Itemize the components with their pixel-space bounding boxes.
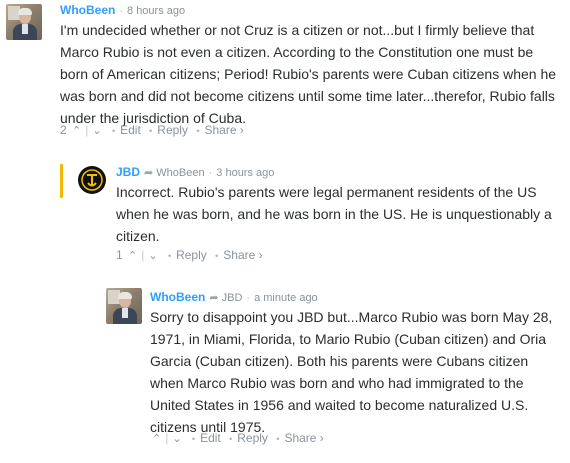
timestamp[interactable]: a minute ago [254,292,318,304]
upvote-icon[interactable]: ⌃ [128,249,137,262]
comment-header: WhoBeen ➦ JBD · a minute ago [150,290,318,304]
upvote-icon[interactable]: ⌃ [152,432,161,445]
downvote-icon[interactable]: ⌄ [148,249,157,262]
separator-dot: • [111,126,116,136]
reply-to-name[interactable]: JBD [222,292,243,304]
comment-header: JBD ➦ WhoBeen · 3 hours ago [116,165,274,179]
author-name[interactable]: JBD [116,165,140,179]
comment-footer: 1 ⌃ | ⌄ • Reply • Share › [116,248,263,262]
reply-arrow-icon: ➦ [209,292,219,304]
comment-message: I'm undecided whether or not Cruz is a c… [60,22,557,126]
reply-link[interactable]: Reply [157,123,188,137]
avatar[interactable] [6,4,42,40]
highlight-bar [60,164,63,198]
separator-dot: · [119,5,124,17]
timestamp[interactable]: 3 hours ago [216,167,274,179]
separator-dot: • [276,434,280,444]
comment-message: Incorrect. Rubio's parents were legal pe… [116,184,552,244]
reply-link[interactable]: Reply [237,431,268,445]
divider: | [165,431,169,445]
divider: | [85,123,89,137]
reply-to[interactable]: ➦ WhoBeen [144,167,205,179]
timestamp[interactable]: 8 hours ago [127,5,185,17]
separator-dot: • [191,434,196,444]
reply-link[interactable]: Reply [176,248,207,262]
comment-message: Sorry to disappoint you JBD but...Marco … [150,309,553,435]
separator-dot: · [246,292,251,304]
reply-to-name[interactable]: WhoBeen [156,167,204,179]
avatar[interactable] [78,166,106,194]
reply-to[interactable]: ➦ JBD [209,292,242,304]
share-link[interactable]: Share › [204,123,243,137]
edit-link[interactable]: Edit [200,431,221,445]
edit-link[interactable]: Edit [120,123,141,137]
vote-count: 1 [116,248,123,262]
author-name[interactable]: WhoBeen [60,3,115,17]
downvote-icon[interactable]: ⌄ [172,432,181,445]
reply-arrow-icon: ➦ [144,167,154,179]
downvote-icon[interactable]: ⌄ [92,124,101,137]
share-link[interactable]: Share › [223,248,262,262]
divider: | [141,248,145,262]
author-name[interactable]: WhoBeen [150,290,205,304]
logo-icon [79,167,105,193]
comment-header: WhoBeen · 8 hours ago [60,3,185,17]
avatar[interactable] [106,288,142,324]
separator-dot: • [167,251,172,261]
separator-dot: • [229,434,233,444]
separator-dot: · [208,167,213,179]
separator-dot: • [196,126,200,136]
share-link[interactable]: Share › [284,431,323,445]
separator-dot: • [215,251,219,261]
separator-dot: • [149,126,153,136]
upvote-icon[interactable]: ⌃ [72,124,81,137]
comment-footer: ⌃ | ⌄ • Edit • Reply • Share › [150,431,324,445]
vote-count: 2 [60,123,67,137]
comment-footer: 2 ⌃ | ⌄ • Edit • Reply • Share › [60,123,244,137]
